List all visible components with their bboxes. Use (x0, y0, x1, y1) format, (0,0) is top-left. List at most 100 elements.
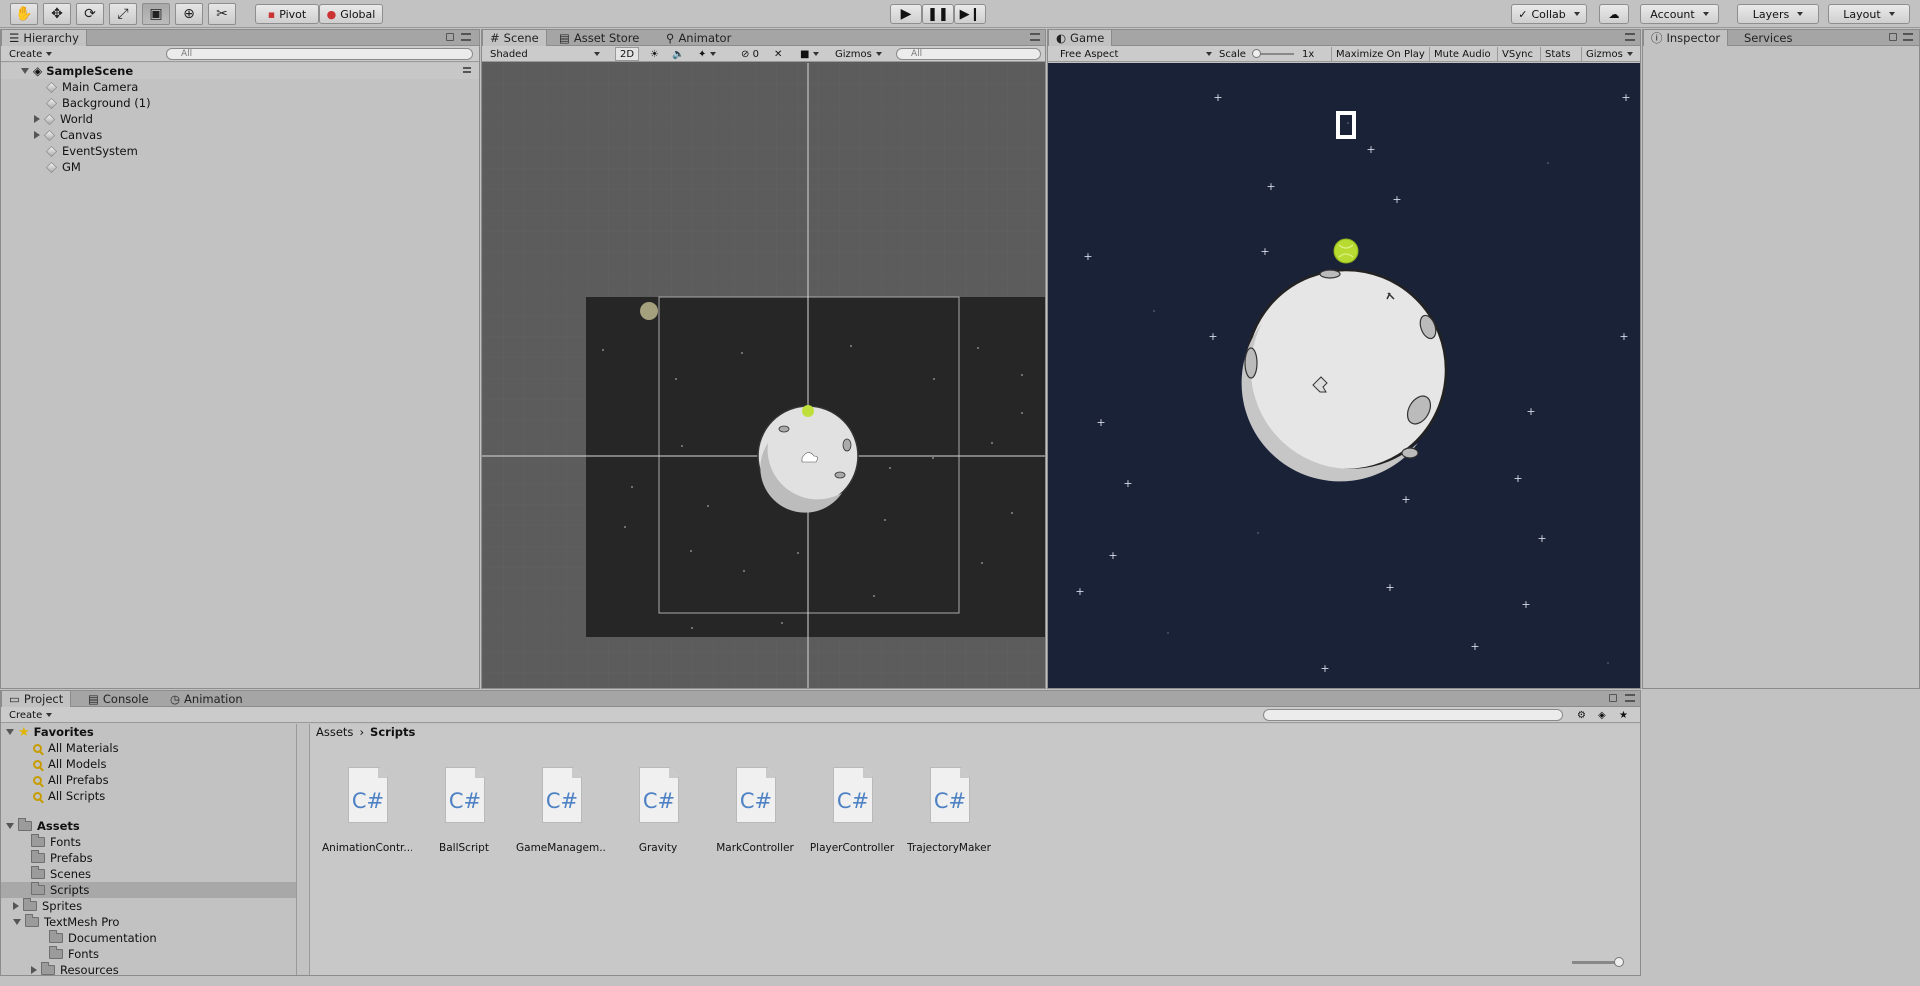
tab-console[interactable]: ▤ Console (81, 691, 156, 707)
mute-toggle[interactable]: Mute Audio (1429, 47, 1495, 61)
game-viewport[interactable]: ++++++++++++++++++++++ (1048, 63, 1640, 688)
folder-item[interactable]: Fonts (1, 834, 297, 850)
project-menu-icon[interactable] (1625, 694, 1635, 702)
2d-toggle[interactable]: 2D (615, 47, 640, 61)
aspect-dropdown[interactable]: Free Aspect (1056, 47, 1216, 61)
hierarchy-item[interactable]: EventSystem (1, 143, 479, 159)
favorite-item[interactable]: All Materials (1, 740, 297, 756)
collapse-icon[interactable] (6, 729, 14, 735)
assets-header[interactable]: Assets (1, 818, 297, 834)
breadcrumb-assets[interactable]: Assets (316, 725, 353, 739)
transform-tool-icon[interactable]: ⊕ (175, 3, 203, 25)
rect-tool-icon[interactable]: ▣ (142, 3, 170, 25)
stats-toggle[interactable]: Stats (1540, 47, 1575, 61)
tab-animator[interactable]: ⚲ Animator (659, 30, 738, 46)
hidden-objects-toggle[interactable]: ⊘ 0 (737, 47, 763, 61)
collapse-icon[interactable] (21, 68, 29, 74)
rotate-tool-icon[interactable]: ⟳ (76, 3, 104, 25)
move-tool-icon[interactable]: ✥ (43, 3, 71, 25)
breadcrumb-scripts[interactable]: Scripts (370, 725, 415, 739)
tab-project[interactable]: ▭ Project (1, 691, 72, 707)
lighting-icon[interactable]: ☀ (646, 47, 663, 61)
audio-icon[interactable]: 🔈 (668, 47, 688, 61)
pivot-toggle[interactable]: ▪ Pivot (255, 4, 319, 24)
vsync-toggle[interactable]: VSync (1497, 47, 1537, 61)
icon-size-slider[interactable] (1572, 957, 1624, 967)
step-button[interactable]: ▶❙ (954, 4, 986, 24)
script-file[interactable]: C# PlayerController (807, 767, 897, 877)
folder-item[interactable]: TextMesh Pro (1, 914, 297, 930)
filter-type-icon[interactable]: ⚙ (1573, 708, 1590, 722)
tree-scrollbar[interactable] (296, 724, 297, 975)
account-dropdown[interactable]: Account (1640, 4, 1719, 24)
game-menu-icon[interactable] (1625, 33, 1635, 41)
folder-item[interactable]: Scripts (1, 882, 297, 898)
hierarchy-item[interactable]: Background (1) (1, 95, 479, 111)
tab-services[interactable]: Services (1737, 30, 1800, 46)
expand-icon[interactable] (13, 902, 19, 910)
hierarchy-item[interactable]: Canvas (1, 127, 479, 143)
collab-dropdown[interactable]: ✓ Collab (1511, 4, 1587, 24)
hierarchy-item[interactable]: Main Camera (1, 79, 479, 95)
script-file[interactable]: C# AnimationContr... (322, 767, 412, 877)
layout-dropdown[interactable]: Layout (1828, 4, 1910, 24)
hierarchy-create-button[interactable]: Create (5, 47, 56, 61)
scene-root-row[interactable]: ◈ SampleScene (1, 63, 479, 79)
tab-game[interactable]: ◐ Game (1048, 30, 1113, 46)
lock-icon[interactable] (446, 33, 454, 41)
folder-item[interactable]: Documentation (1, 930, 297, 946)
panel-menu-icon[interactable] (461, 33, 471, 41)
script-file[interactable]: C# BallScript (419, 767, 509, 877)
favorites-header[interactable]: ★ Favorites (1, 724, 297, 740)
collapse-icon[interactable] (13, 919, 21, 925)
folder-item[interactable]: Sprites (1, 898, 297, 914)
project-search-input[interactable] (1263, 709, 1563, 721)
icon-size-slider-thumb[interactable] (1614, 957, 1624, 967)
play-button[interactable]: ▶ (890, 4, 922, 24)
lock-icon[interactable] (1889, 33, 1897, 41)
scene-menu-icon[interactable] (1030, 33, 1040, 41)
shading-dropdown[interactable]: Shaded (486, 47, 604, 61)
collapse-icon[interactable] (6, 823, 14, 829)
lock-icon[interactable] (1609, 694, 1617, 702)
hand-tool-icon[interactable]: ✋ (10, 3, 38, 25)
custom-tool-icon[interactable]: ✂ (208, 3, 236, 25)
folder-item[interactable]: Resources (1, 962, 297, 975)
scene-viewport[interactable] (482, 63, 1045, 688)
hierarchy-item[interactable]: GM (1, 159, 479, 175)
favorite-item[interactable]: All Prefabs (1, 772, 297, 788)
folder-item[interactable]: Prefabs (1, 850, 297, 866)
folder-item[interactable]: Fonts (1, 946, 297, 962)
expand-icon[interactable] (34, 131, 40, 139)
tab-animation[interactable]: ◷ Animation (163, 691, 250, 707)
tab-inspector[interactable]: ⓘ Inspector (1643, 30, 1729, 46)
layers-dropdown[interactable]: Layers (1737, 4, 1819, 24)
expand-icon[interactable] (34, 115, 40, 123)
favorite-item[interactable]: All Scripts (1, 788, 297, 804)
scale-tool-icon[interactable]: ⤢ (109, 3, 137, 25)
hierarchy-item[interactable]: World (1, 111, 479, 127)
script-file[interactable]: C# MarkController (710, 767, 800, 877)
tab-hierarchy[interactable]: ☰ Hierarchy (1, 30, 87, 46)
favorite-star-icon[interactable]: ★ (1615, 708, 1632, 722)
filter-label-icon[interactable]: ◈ (1594, 708, 1610, 722)
favorite-item[interactable]: All Models (1, 756, 297, 772)
expand-icon[interactable] (31, 966, 37, 974)
global-toggle[interactable]: ● Global (319, 4, 383, 24)
script-file[interactable]: C# GameManagem... (516, 767, 606, 877)
project-create-button[interactable]: Create (5, 708, 56, 722)
pause-button[interactable]: ❚❚ (922, 4, 954, 24)
scene-search-input[interactable]: All (896, 48, 1041, 60)
scale-slider[interactable] (1252, 49, 1294, 58)
script-file[interactable]: C# TrajectoryMaker (904, 767, 994, 877)
tab-scene[interactable]: # Scene (482, 30, 547, 46)
script-file[interactable]: C# Gravity (613, 767, 703, 877)
scene-menu-icon[interactable] (463, 67, 471, 73)
gizmos-dropdown[interactable]: Gizmos (831, 47, 886, 61)
scale-slider-thumb[interactable] (1252, 49, 1261, 58)
camera-icon[interactable]: ■ (796, 47, 823, 61)
folder-item[interactable]: Scenes (1, 866, 297, 882)
inspector-menu-icon[interactable] (1903, 33, 1913, 41)
maximize-toggle[interactable]: Maximize On Play (1331, 47, 1429, 61)
game-gizmos-dropdown[interactable]: Gizmos (1581, 47, 1637, 61)
